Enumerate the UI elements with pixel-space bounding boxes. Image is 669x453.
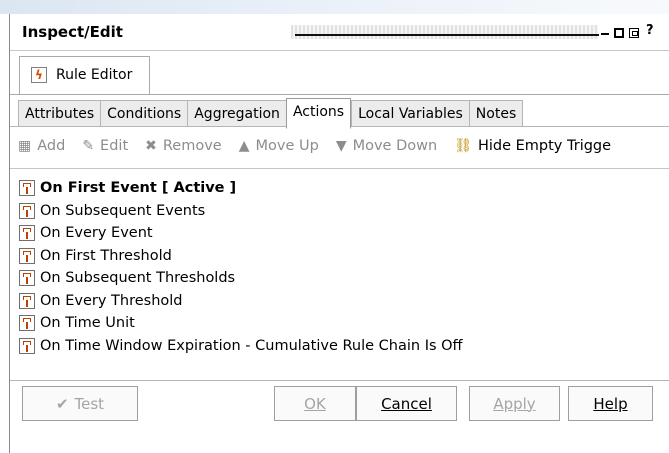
tree-item-subsequent-thresholds[interactable]: On Subsequent Thresholds: [19, 267, 463, 290]
button-bar-divider: [10, 380, 669, 381]
tab-strip: Attributes Conditions Aggregation Action…: [18, 98, 524, 129]
restore-icon[interactable]: [629, 28, 639, 38]
help-label: Help: [593, 394, 628, 413]
trigger-node-icon: [19, 270, 35, 287]
tab-attributes[interactable]: Attributes: [18, 100, 101, 127]
cancel-button[interactable]: Cancel: [356, 386, 457, 421]
remove-button[interactable]: ✖ Remove: [145, 138, 222, 154]
test-label: Test: [74, 394, 105, 413]
add-label: Add: [37, 138, 66, 154]
tab-conditions[interactable]: Conditions: [100, 100, 188, 127]
tree-item-subsequent-events[interactable]: On Subsequent Events: [19, 200, 463, 223]
checkmark-icon: ✔: [55, 394, 69, 413]
remove-icon: ✖: [145, 138, 157, 154]
title-drag-grip[interactable]: [291, 25, 598, 39]
test-button[interactable]: ✔ Test: [22, 386, 138, 421]
tree-item-label: On Subsequent Thresholds: [40, 270, 236, 287]
tab-rule-editor[interactable]: ϟ Rule Editor: [19, 56, 150, 94]
edit-label: Edit: [100, 138, 129, 154]
editor-tab-divider: [10, 94, 669, 95]
move-up-label: Move Up: [255, 138, 319, 154]
tab-aggregation[interactable]: Aggregation: [187, 100, 286, 127]
title-divider: [295, 34, 599, 36]
cancel-label: Cancel: [381, 394, 432, 413]
remove-label: Remove: [162, 138, 222, 154]
minimize-icon[interactable]: [600, 26, 610, 37]
hide-empty-icon: ⛓: [454, 138, 472, 154]
hide-empty-label: Hide Empty Trigge: [477, 138, 612, 154]
rule-icon: ϟ: [31, 67, 47, 83]
window-title: Inspect/Edit: [22, 23, 123, 41]
title-bar[interactable]: Inspect/Edit ?: [10, 14, 669, 51]
tree-item-label: On Time Unit: [40, 315, 135, 332]
tree-item-label: On Time Window Expiration - Cumulative R…: [40, 337, 463, 354]
trigger-node-icon: [19, 337, 35, 354]
actions-toolbar: ▦ Add ✎ Edit ✖ Remove ▲ Move Up ▼ Move D…: [18, 133, 628, 159]
rule-editor-label: Rule Editor: [56, 67, 133, 83]
add-button[interactable]: ▦ Add: [18, 138, 65, 154]
apply-button[interactable]: Apply: [469, 386, 560, 421]
ok-button[interactable]: OK: [274, 386, 356, 421]
trigger-node-icon: [19, 202, 35, 219]
tree-item-every-event[interactable]: On Every Event: [19, 222, 463, 245]
tree-item-time-unit[interactable]: On Time Unit: [19, 312, 463, 335]
pencil-icon: ✎: [82, 138, 95, 154]
hide-empty-triggers-button[interactable]: ⛓ Hide Empty Trigge: [454, 138, 611, 154]
tree-item-first-threshold[interactable]: On First Threshold: [19, 245, 463, 268]
tree-item-label: On Every Threshold: [40, 292, 183, 309]
arrow-down-icon: ▼: [335, 138, 347, 154]
trigger-node-icon: [19, 292, 35, 309]
help-icon[interactable]: ?: [646, 24, 654, 38]
trigger-node-icon: [19, 225, 35, 242]
trigger-node-icon: [19, 315, 35, 332]
tree-item-first-event[interactable]: On First Event [ Active ]: [19, 177, 463, 200]
desktop-background: [0, 0, 669, 14]
apply-label: Apply: [493, 394, 536, 413]
help-button[interactable]: Help: [568, 386, 653, 421]
tab-notes[interactable]: Notes: [468, 100, 524, 127]
tab-local-variables[interactable]: Local Variables: [351, 100, 469, 127]
tree-item-label: On First Event [ Active ]: [40, 180, 237, 197]
tree-item-every-threshold[interactable]: On Every Threshold: [19, 290, 463, 313]
move-up-button[interactable]: ▲ Move Up: [239, 138, 319, 154]
trigger-node-icon: [19, 247, 35, 264]
tree-item-label: On Every Event: [40, 225, 153, 242]
triggers-tree: On First Event [ Active ] On Subsequent …: [19, 177, 463, 357]
arrow-up-icon: ▲: [238, 138, 250, 154]
trigger-node-icon: [19, 180, 35, 197]
edit-button[interactable]: ✎ Edit: [82, 138, 128, 154]
add-icon: ▦: [18, 138, 32, 154]
inspect-edit-window: Inspect/Edit ? ϟ Rule Editor Attributes …: [9, 14, 669, 453]
tree-item-label: On Subsequent Events: [40, 202, 206, 219]
move-down-label: Move Down: [352, 138, 438, 154]
tree-item-time-window-expiration[interactable]: On Time Window Expiration - Cumulative R…: [19, 335, 463, 358]
tab-actions[interactable]: Actions: [285, 98, 352, 129]
toolbar-divider: [10, 168, 669, 169]
tree-item-label: On First Threshold: [40, 247, 172, 264]
move-down-button[interactable]: ▼ Move Down: [336, 138, 437, 154]
ok-label: OK: [304, 394, 326, 413]
maximize-icon[interactable]: [614, 28, 624, 38]
